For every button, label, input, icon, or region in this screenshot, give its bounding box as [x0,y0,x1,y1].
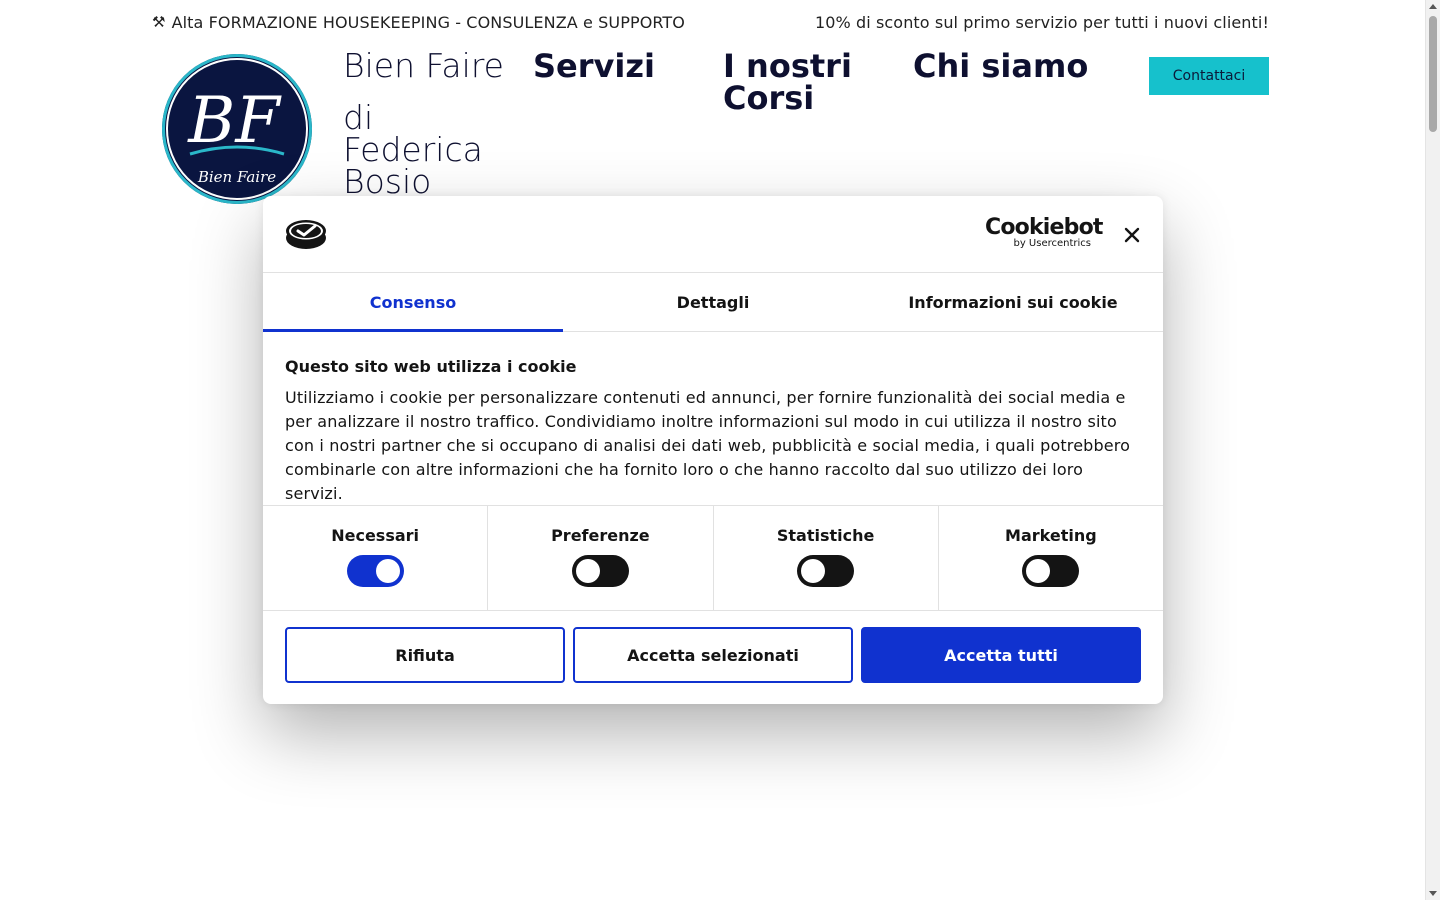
toggle-preferenze[interactable] [571,555,629,587]
cookiebot-logo-icon [286,220,326,249]
top-bar: ⚒ Alta FORMAZIONE HOUSEKEEPING - CONSULE… [152,8,1269,36]
nav-chi-siamo[interactable]: Chi siamo [913,50,1113,82]
toggle-marketing[interactable] [1022,555,1080,587]
contact-button[interactable]: Contattaci [1149,57,1269,95]
reject-button[interactable]: Rifiuta [285,627,565,683]
consent-toggles: Necessari Preferenze Statistiche Marketi… [263,506,1163,611]
cookiebot-name: Cookiebot [985,215,1103,240]
top-bar-promo: 10% di sconto sul primo servizio per tut… [814,12,1269,32]
dialog-header: Cookiebot by Usercentrics [263,196,1163,273]
toggle-statistiche[interactable] [797,555,855,587]
accept-all-button[interactable]: Accetta tutti [861,627,1141,683]
dialog-body: Questo sito web utilizza i cookie Utiliz… [263,332,1163,506]
brand-name[interactable]: Bien Faire di Federica Bosio [343,46,513,201]
top-bar-left: ⚒ Alta FORMAZIONE HOUSEKEEPING - CONSULE… [152,13,685,32]
close-icon[interactable] [1119,222,1145,248]
accept-selected-button[interactable]: Accetta selezionati [573,627,853,683]
dialog-tabs: Consenso Dettagli Informazioni sui cooki… [263,273,1163,332]
tools-icon: ⚒ [152,13,166,31]
nav-corsi[interactable]: I nostri Corsi [723,50,893,114]
scrollbar-thumb[interactable] [1429,16,1437,132]
cookiebot-brand[interactable]: Cookiebot by Usercentrics [985,215,1103,250]
tab-consenso[interactable]: Consenso [263,273,563,332]
toggle-knob [375,559,400,583]
site-logo[interactable]: BF Bien Faire [162,54,312,204]
toggle-knob [801,559,826,583]
toggle-preferenze-cell: Preferenze [488,506,714,610]
scroll-up-icon[interactable] [1429,4,1437,9]
toggle-necessari-cell: Necessari [263,506,489,610]
logo-text: Bien Faire [197,168,276,186]
tab-informazioni[interactable]: Informazioni sui cookie [863,273,1163,331]
dialog-title: Questo sito web utilizza i cookie [285,357,577,376]
brand-line: Bien Faire [343,46,504,85]
toggle-statistiche-cell: Statistiche [714,506,939,610]
toggle-label: Statistiche [776,526,875,545]
nav-servizi[interactable]: Servizi [533,50,703,82]
scroll-down-icon[interactable] [1429,891,1437,896]
toggle-necessari[interactable] [346,555,404,587]
top-bar-slogan: Alta FORMAZIONE HOUSEKEEPING - CONSULENZ… [171,12,686,32]
page-scrollbar[interactable] [1425,0,1440,900]
dialog-text: Utilizziamo i cookie per personalizzare … [285,388,1131,503]
toggle-label: Marketing [1005,526,1097,545]
tab-dettagli[interactable]: Dettagli [563,273,863,331]
toggle-label: Preferenze [551,526,650,545]
toggle-label: Necessari [331,526,420,545]
toggle-knob [1026,559,1051,583]
toggle-knob [575,559,600,583]
toggle-marketing-cell: Marketing [939,506,1163,610]
brand-line: Bosio [343,162,432,201]
dialog-buttons: Rifiuta Accetta selezionati Accetta tutt… [263,611,1163,699]
cookie-consent-dialog: Cookiebot by Usercentrics Consenso Detta… [263,196,1163,704]
